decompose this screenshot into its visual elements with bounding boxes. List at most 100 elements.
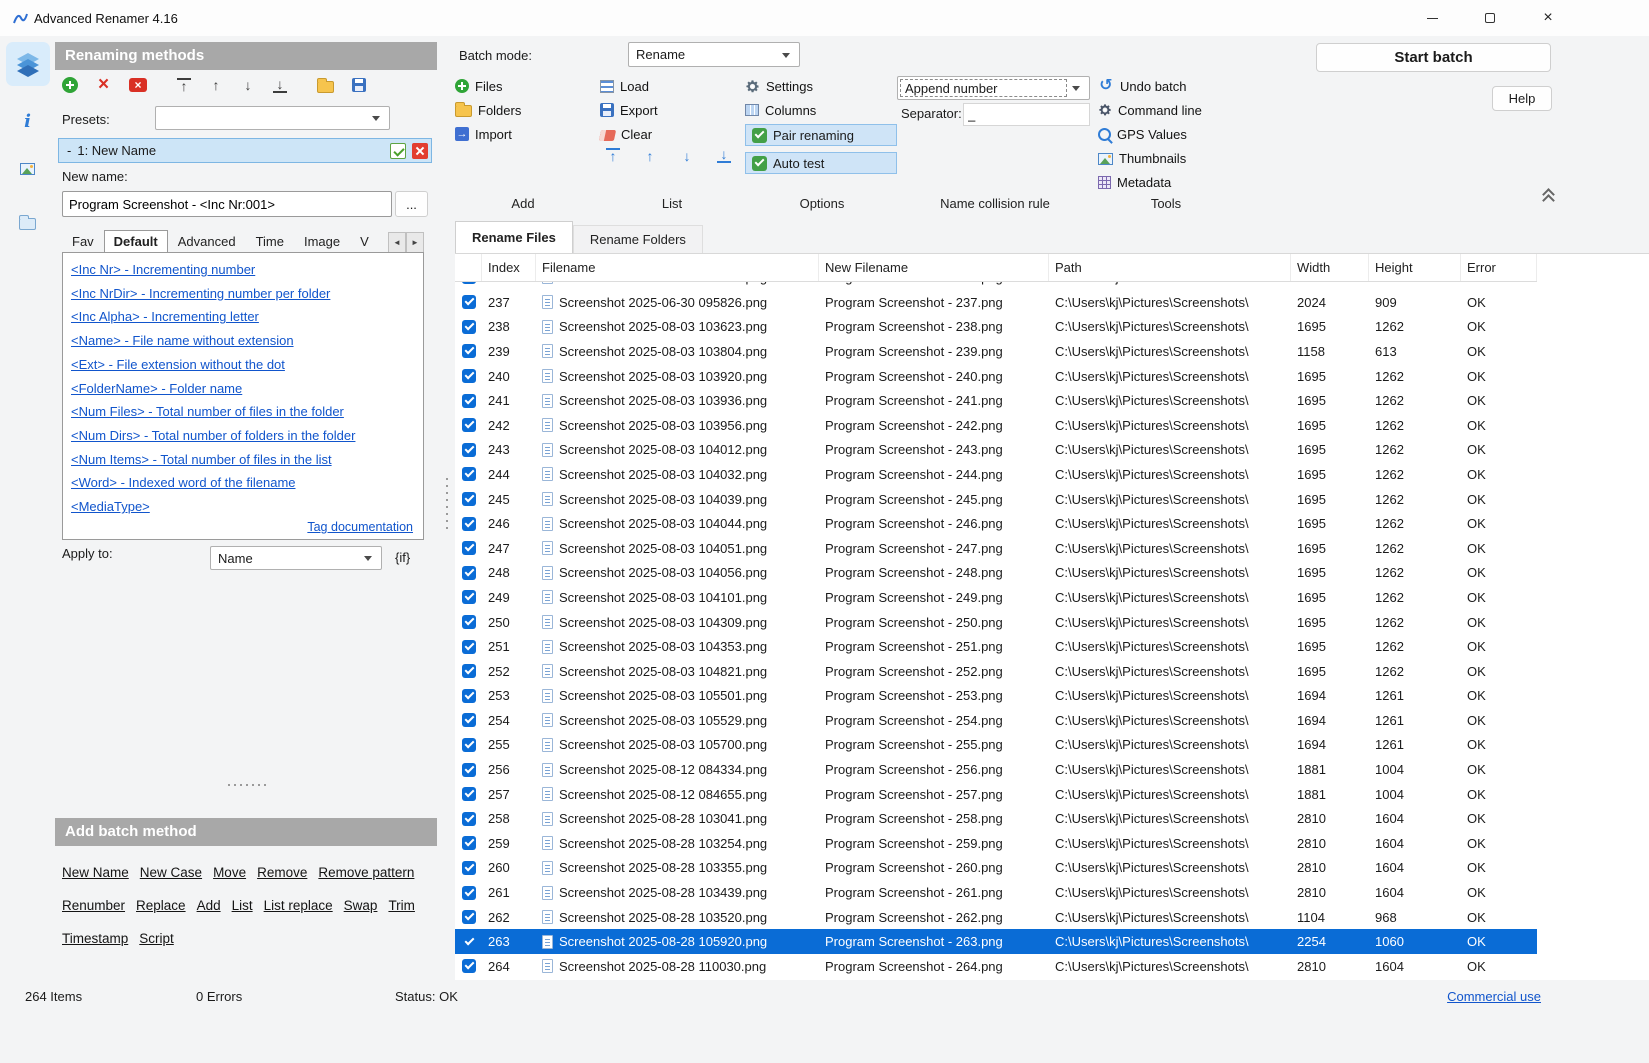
table-row[interactable]: 246 Screenshot 2025-08-03 104044.png Pro… [455,511,1537,536]
table-row[interactable]: 240 Screenshot 2025-08-03 103920.png Pro… [455,364,1537,389]
add-method-link[interactable]: Renumber [62,889,125,922]
tag-category-tab[interactable]: Fav [62,230,104,253]
remove-all-methods-icon[interactable] [129,78,147,92]
row-checkbox[interactable] [462,418,476,432]
table-row[interactable]: 247 Screenshot 2025-08-03 104051.png Pro… [455,536,1537,561]
table-row[interactable]: 251 Screenshot 2025-08-03 104353.png Pro… [455,634,1537,659]
column-header-new-filename[interactable]: New Filename [819,254,1049,281]
table-row[interactable]: 242 Screenshot 2025-08-03 103956.png Pro… [455,413,1537,438]
import-button[interactable]: Import [455,126,521,142]
add-method-link[interactable]: Remove [257,856,307,889]
add-method-link[interactable]: Remove pattern [318,856,414,889]
sidebar-item-folders[interactable] [0,214,55,230]
row-checkbox[interactable] [462,713,476,727]
row-checkbox[interactable] [462,566,476,580]
table-row[interactable]: 245 Screenshot 2025-08-03 104039.png Pro… [455,487,1537,512]
table-row[interactable]: 257 Screenshot 2025-08-12 084655.png Pro… [455,782,1537,807]
table-row[interactable]: 262 Screenshot 2025-08-28 103520.png Pro… [455,905,1537,930]
add-method-icon[interactable] [62,77,78,93]
add-method-link[interactable]: List replace [264,889,333,922]
move-method-top-icon[interactable] [177,78,191,93]
minimize-button[interactable] [1403,0,1461,36]
row-checkbox[interactable] [462,320,476,334]
column-header-path[interactable]: Path [1049,254,1291,281]
apply-to-dropdown[interactable]: Name [210,546,382,570]
table-row[interactable]: 254 Screenshot 2025-08-03 105529.png Pro… [455,708,1537,733]
table-row[interactable]: 253 Screenshot 2025-08-03 105501.png Pro… [455,684,1537,709]
row-checkbox[interactable] [462,959,476,973]
open-preset-icon[interactable] [317,81,334,93]
if-badge[interactable]: {if} [395,550,410,565]
row-checkbox[interactable] [462,443,476,457]
table-row[interactable]: 256 Screenshot 2025-08-12 084334.png Pro… [455,757,1537,782]
table-row[interactable]: 255 Screenshot 2025-08-03 105700.png Pro… [455,733,1537,758]
sidebar-item-renaming-methods[interactable] [6,42,50,86]
row-checkbox[interactable] [462,836,476,850]
tag-category-tab[interactable]: V [350,230,379,253]
row-checkbox[interactable] [462,787,476,801]
tag-link[interactable]: <Num Dirs> - Total number of folders in … [71,424,415,448]
table-row[interactable]: 244 Screenshot 2025-08-03 104032.png Pro… [455,462,1537,487]
header-checkbox-column[interactable] [455,254,482,281]
row-checkbox[interactable] [462,812,476,826]
splitter-handle[interactable] [446,478,448,534]
add-method-link[interactable]: New Name [62,856,129,889]
row-checkbox[interactable] [462,935,476,949]
auto-test-toggle[interactable]: Auto test [745,152,897,174]
table-row[interactable]: 263 Screenshot 2025-08-28 105920.png Pro… [455,929,1537,954]
sidebar-item-info[interactable] [0,113,55,131]
table-row[interactable]: 249 Screenshot 2025-08-03 104101.png Pro… [455,585,1537,610]
table-row[interactable]: 236 Screenshot 2025-06-30 093009.png Pro… [455,282,1537,290]
table-row[interactable]: 258 Screenshot 2025-08-28 103041.png Pro… [455,806,1537,831]
tag-link[interactable]: <Inc NrDir> - Incrementing number per fo… [71,282,415,306]
add-method-link[interactable]: Timestamp [62,922,128,955]
collapse-toolbar-icon[interactable] [1541,188,1555,204]
add-method-link[interactable]: Swap [344,889,378,922]
row-checkbox[interactable] [462,886,476,900]
thumbnails-button[interactable]: Thumbnails [1098,150,1202,166]
presets-dropdown[interactable] [155,106,390,130]
pair-renaming-toggle[interactable]: Pair renaming [745,124,897,146]
close-button[interactable]: × [1519,0,1577,36]
column-header-height[interactable]: Height [1369,254,1461,281]
file-list-tab[interactable]: Rename Files [455,221,573,253]
move-file-down-icon[interactable] [680,148,694,164]
row-checkbox[interactable] [462,394,476,408]
help-button[interactable]: Help [1492,86,1552,111]
row-checkbox[interactable] [462,295,476,309]
column-header-index[interactable]: Index [482,254,536,281]
move-file-bottom-icon[interactable] [717,148,731,163]
gps-values-button[interactable]: GPS Values [1098,126,1202,142]
panel-resize-handle[interactable] [228,784,266,786]
row-checkbox[interactable] [462,517,476,531]
row-checkbox[interactable] [462,763,476,777]
table-row[interactable]: 238 Screenshot 2025-08-03 103623.png Pro… [455,315,1537,340]
method-delete-icon[interactable] [412,143,428,159]
table-row[interactable]: 264 Screenshot 2025-08-28 110030.png Pro… [455,954,1537,979]
column-header-error[interactable]: Error [1461,254,1537,281]
tag-link[interactable]: <MediaType> [71,495,415,519]
add-folders-button[interactable]: Folders [455,102,521,118]
row-checkbox[interactable] [462,492,476,506]
table-row[interactable]: 248 Screenshot 2025-08-03 104056.png Pro… [455,561,1537,586]
column-header-filename[interactable]: Filename [536,254,819,281]
metadata-button[interactable]: Metadata [1098,174,1202,190]
table-row[interactable]: 259 Screenshot 2025-08-28 103254.png Pro… [455,831,1537,856]
tag-documentation-link[interactable]: Tag documentation [307,520,413,534]
tag-link[interactable]: <Inc Alpha> - Incrementing letter [71,305,415,329]
column-header-width[interactable]: Width [1291,254,1369,281]
add-method-link[interactable]: Add [197,889,221,922]
add-method-link[interactable]: Replace [136,889,186,922]
table-row[interactable]: 241 Screenshot 2025-08-03 103936.png Pro… [455,388,1537,413]
table-row[interactable]: 261 Screenshot 2025-08-28 103439.png Pro… [455,880,1537,905]
remove-method-icon[interactable] [96,78,111,93]
row-checkbox[interactable] [462,344,476,358]
maximize-button[interactable] [1461,0,1519,36]
row-checkbox[interactable] [462,282,476,284]
row-checkbox[interactable] [462,664,476,678]
row-checkbox[interactable] [462,738,476,752]
tag-category-tab[interactable]: Time [246,230,294,253]
add-method-link[interactable]: Move [213,856,246,889]
undo-batch-button[interactable]: Undo batch [1098,78,1202,94]
tag-link[interactable]: <Inc Nr> - Incrementing number [71,258,415,282]
